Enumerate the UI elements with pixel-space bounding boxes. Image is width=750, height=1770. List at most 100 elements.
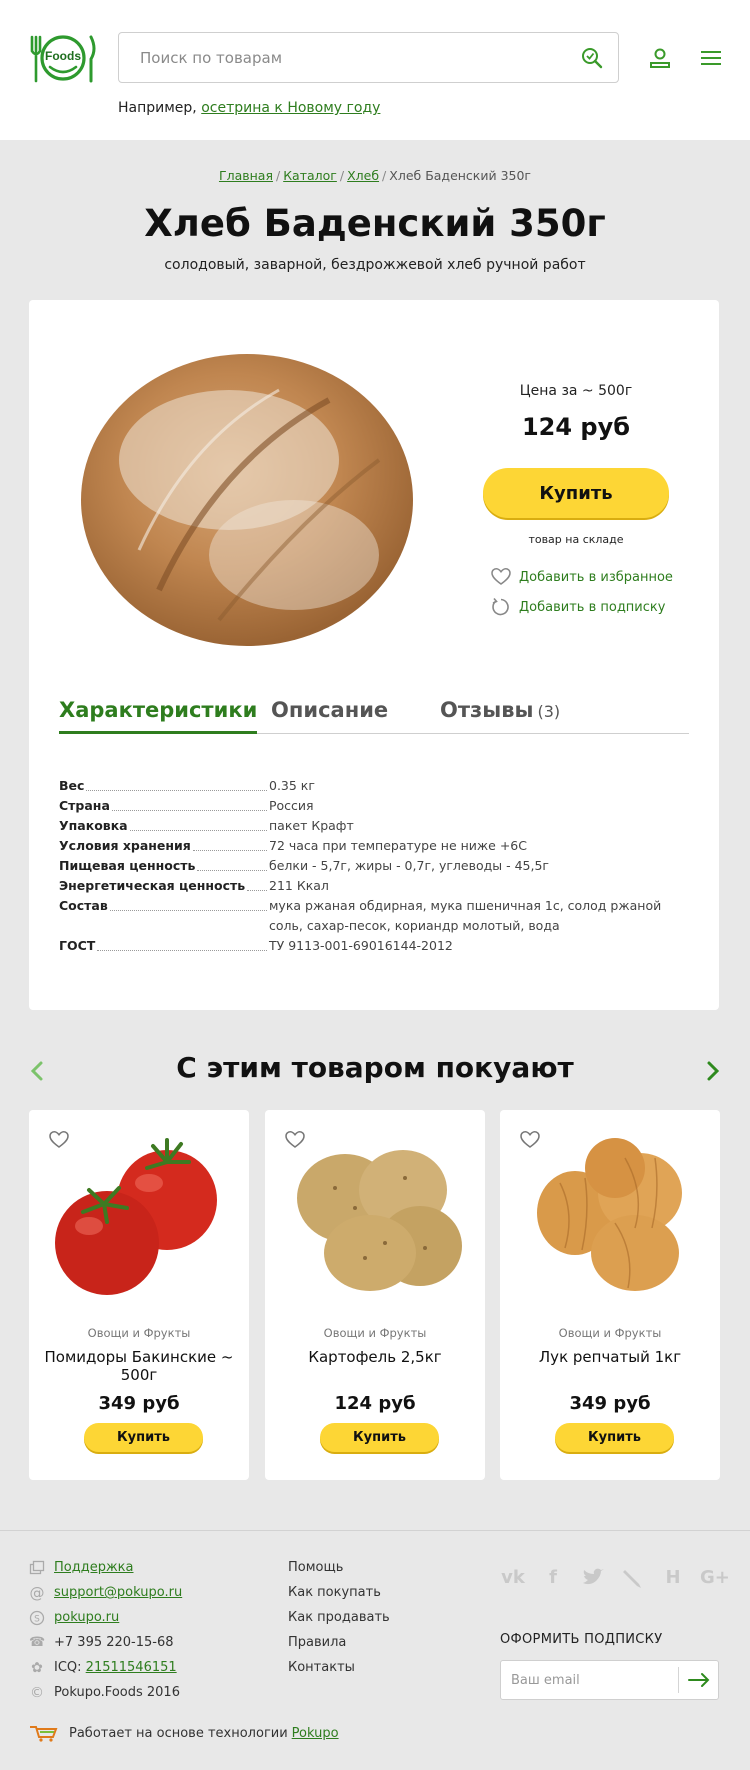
support-link[interactable]: Поддержка bbox=[54, 1560, 134, 1575]
product-price: 349 руб bbox=[98, 1393, 180, 1414]
product-image-potatoes[interactable] bbox=[285, 1128, 465, 1298]
powered-by: Работает на основе технологии Pokupo bbox=[29, 1724, 339, 1742]
product-category: Овощи и Фрукты bbox=[558, 1326, 662, 1340]
livejournal-icon[interactable] bbox=[620, 1567, 646, 1589]
breadcrumb-separator: / bbox=[382, 168, 387, 183]
spec-name: ГОСТ bbox=[59, 938, 96, 953]
facebook-icon[interactable]: f bbox=[540, 1567, 566, 1589]
product-image-bread[interactable] bbox=[79, 350, 419, 650]
footer-link-how-to-buy[interactable]: Как покупать bbox=[288, 1580, 390, 1605]
icq-number-link[interactable]: 21511546151 bbox=[86, 1660, 177, 1675]
spec-name-cell: Пищевая ценность bbox=[59, 856, 269, 876]
subscribe-form bbox=[500, 1660, 719, 1700]
pokupo-cart-logo-icon bbox=[30, 1726, 58, 1742]
specs-table: Вес 0.35 кг Страна Россия Упаковка пакет… bbox=[59, 776, 689, 956]
favorite-heart-icon[interactable] bbox=[285, 1130, 305, 1150]
icq-label: ICQ: bbox=[54, 1660, 82, 1675]
spec-value: пакет Крафт bbox=[269, 818, 354, 833]
buy-button[interactable]: Купить bbox=[320, 1423, 439, 1452]
related-product-card[interactable]: Овощи и Фрукты Помидоры Бакинские ~ 500г… bbox=[29, 1110, 249, 1480]
header: Foods Например, осетрина к Новому году bbox=[0, 0, 750, 140]
spec-name: Условия хранения bbox=[59, 838, 191, 853]
social-links: vk f H G+ bbox=[500, 1567, 730, 1589]
spec-leader bbox=[129, 830, 267, 831]
stock-status: товар на складе bbox=[528, 533, 624, 546]
spec-name-cell: Упаковка bbox=[59, 816, 269, 836]
carousel-next-arrow-icon[interactable] bbox=[704, 1060, 722, 1082]
product-image-tomatoes[interactable] bbox=[49, 1128, 229, 1298]
spec-leader bbox=[197, 870, 267, 871]
favorite-heart-icon[interactable] bbox=[520, 1130, 540, 1150]
buy-button[interactable]: Купить bbox=[483, 468, 669, 518]
product-price: 124 руб bbox=[334, 1393, 416, 1414]
spec-name-cell: Энергетическая ценность bbox=[59, 876, 269, 896]
add-to-subscription-label: Добавить в подписку bbox=[519, 599, 666, 615]
google-plus-icon[interactable]: G+ bbox=[700, 1567, 730, 1589]
spec-name-cell: Вес bbox=[59, 776, 269, 796]
support-email-link[interactable]: support@pokupo.ru bbox=[54, 1585, 182, 1600]
product-name[interactable]: Помидоры Бакинские ~ 500г bbox=[39, 1348, 239, 1384]
footer-link-rules[interactable]: Правила bbox=[288, 1630, 390, 1655]
breadcrumb-current: Хлеб Баденский 350г bbox=[389, 168, 532, 183]
habr-icon[interactable]: H bbox=[660, 1567, 686, 1589]
tab-reviews-count: (3) bbox=[537, 702, 561, 721]
spec-leader bbox=[86, 790, 267, 791]
spec-row: Упаковка пакет Крафт bbox=[59, 816, 689, 836]
tab-description[interactable]: Описание bbox=[271, 698, 388, 734]
tab-characteristics[interactable]: Характеристики bbox=[59, 698, 258, 734]
spec-value: 211 Ккал bbox=[269, 878, 329, 893]
footer-link-contacts[interactable]: Контакты bbox=[288, 1655, 390, 1680]
spec-name: Страна bbox=[59, 798, 110, 813]
skype-icon: S bbox=[29, 1610, 45, 1625]
breadcrumb-separator: / bbox=[275, 168, 281, 183]
footer-contacts: Поддержка @ support@pokupo.ru S pokupo.r… bbox=[29, 1555, 182, 1705]
favorite-heart-icon[interactable] bbox=[49, 1130, 69, 1150]
footer: Поддержка @ support@pokupo.ru S pokupo.r… bbox=[0, 1530, 750, 1770]
breadcrumb-home[interactable]: Главная bbox=[219, 168, 273, 183]
spec-value: 72 часа при температуре не ниже +6С bbox=[269, 838, 527, 853]
skype-link[interactable]: pokupo.ru bbox=[54, 1610, 119, 1625]
spec-leader bbox=[109, 910, 267, 911]
search-input[interactable] bbox=[119, 33, 569, 82]
product-name[interactable]: Картофель 2,5кг bbox=[275, 1348, 475, 1366]
product-image-onions[interactable] bbox=[520, 1128, 700, 1298]
spec-name: Состав bbox=[59, 898, 108, 913]
spec-row: Страна Россия bbox=[59, 796, 689, 816]
product-name[interactable]: Лук репчатый 1кг bbox=[510, 1348, 710, 1366]
spec-row: ГОСТ ТУ 9113-001-69016144-2012 bbox=[59, 936, 689, 956]
twitter-icon[interactable] bbox=[580, 1567, 606, 1589]
related-product-card[interactable]: Овощи и Фрукты Лук репчатый 1кг 349 руб … bbox=[500, 1110, 720, 1480]
svg-text:S: S bbox=[34, 1614, 40, 1624]
footer-link-help[interactable]: Помощь bbox=[288, 1555, 390, 1580]
add-to-subscription-button[interactable]: Добавить в подписку bbox=[491, 596, 665, 618]
foods-logo[interactable]: Foods bbox=[28, 31, 98, 85]
arrow-right-icon[interactable] bbox=[687, 1671, 711, 1689]
spec-leader bbox=[111, 810, 267, 811]
email-input[interactable] bbox=[501, 1661, 677, 1699]
breadcrumb-catalog[interactable]: Каталог bbox=[283, 168, 337, 183]
phone-number: +7 395 220-15-68 bbox=[54, 1635, 174, 1650]
search-example-link[interactable]: осетрина к Новому году bbox=[201, 100, 380, 116]
buy-button[interactable]: Купить bbox=[555, 1423, 674, 1452]
breadcrumb-bread[interactable]: Хлеб bbox=[347, 168, 379, 183]
menu-icon[interactable] bbox=[699, 46, 723, 70]
add-to-favorites-button[interactable]: Добавить в избранное bbox=[491, 566, 673, 588]
product-category: Овощи и Фрукты bbox=[87, 1326, 191, 1340]
spec-leader bbox=[97, 950, 267, 951]
footer-email-row: @ support@pokupo.ru bbox=[29, 1580, 183, 1605]
user-icon[interactable] bbox=[648, 46, 672, 70]
tab-reviews[interactable]: Отзывы (3) bbox=[440, 698, 560, 734]
search-icon[interactable] bbox=[580, 46, 604, 70]
vk-icon[interactable]: vk bbox=[500, 1567, 526, 1589]
tab-reviews-label: Отзывы bbox=[440, 698, 534, 722]
search-example: Например, осетрина к Новому году bbox=[118, 100, 380, 116]
related-product-card[interactable]: Овощи и Фрукты Картофель 2,5кг 124 руб К… bbox=[265, 1110, 485, 1480]
spec-row: Условия хранения 72 часа при температуре… bbox=[59, 836, 689, 856]
footer-phone-row: ☎ +7 395 220-15-68 bbox=[29, 1630, 182, 1655]
pokupo-link[interactable]: Pokupo bbox=[292, 1726, 339, 1741]
footer-link-how-to-sell[interactable]: Как продавать bbox=[288, 1605, 390, 1630]
spec-leader bbox=[192, 850, 267, 851]
spec-row: Вес 0.35 кг bbox=[59, 776, 689, 796]
spec-value: белки - 5,7г, жиры - 0,7г, углеводы - 45… bbox=[269, 858, 549, 873]
buy-button[interactable]: Купить bbox=[84, 1423, 203, 1452]
